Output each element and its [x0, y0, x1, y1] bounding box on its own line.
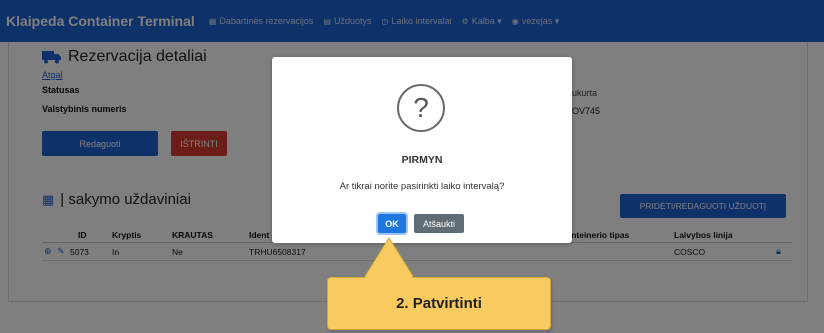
callout-pointer-join — [366, 276, 412, 280]
screen: Klaipeda Container Terminal ▦Dabartinės … — [0, 0, 824, 333]
